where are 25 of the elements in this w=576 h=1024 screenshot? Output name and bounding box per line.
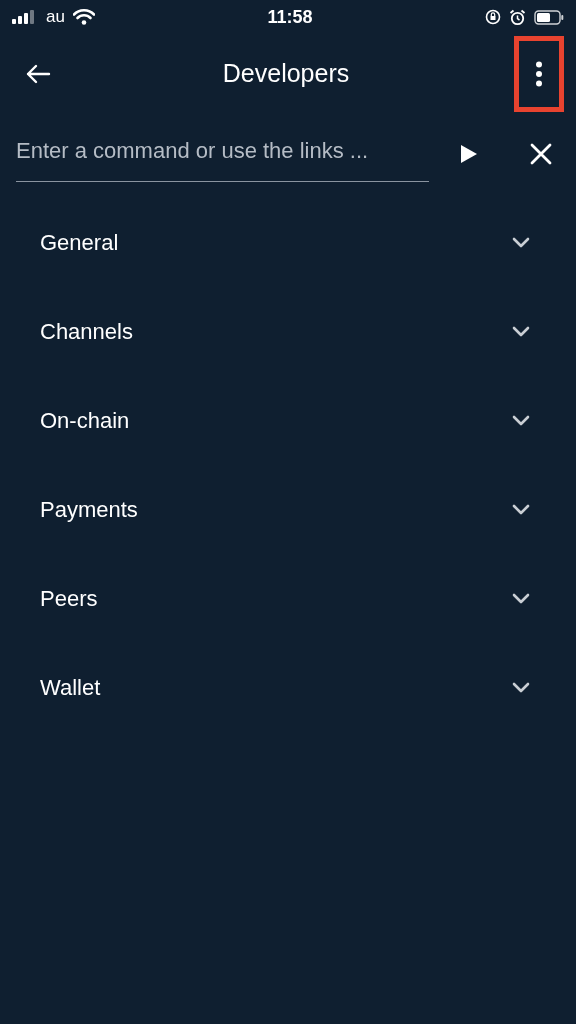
section-row[interactable]: On-chain [0,376,576,465]
section-row[interactable]: Payments [0,465,576,554]
section-row[interactable]: General [0,198,576,287]
screen-title: Developers [222,58,350,90]
chevron-down-icon [512,504,530,515]
section-row[interactable]: Wallet [0,643,576,732]
chevron-down-icon [512,593,530,604]
status-time: 11:58 [267,5,313,29]
play-icon [460,144,478,164]
section-row[interactable]: Peers [0,554,576,643]
more-vertical-icon [535,61,543,87]
close-icon [530,143,552,165]
battery-icon [534,9,564,25]
section-row[interactable]: Channels [0,287,576,376]
alarm-icon [509,8,526,26]
menu-button[interactable] [514,36,564,112]
rotation-lock-icon [485,9,501,25]
carrier-name: au [46,6,65,29]
wifi-icon [72,9,95,25]
chevron-down-icon [512,415,530,426]
back-arrow-icon [25,64,51,84]
chevron-down-icon [512,682,530,693]
command-input[interactable]: Enter a command or use the links ... [16,126,429,182]
chevron-down-icon [512,237,530,248]
chevron-down-icon [512,326,530,337]
